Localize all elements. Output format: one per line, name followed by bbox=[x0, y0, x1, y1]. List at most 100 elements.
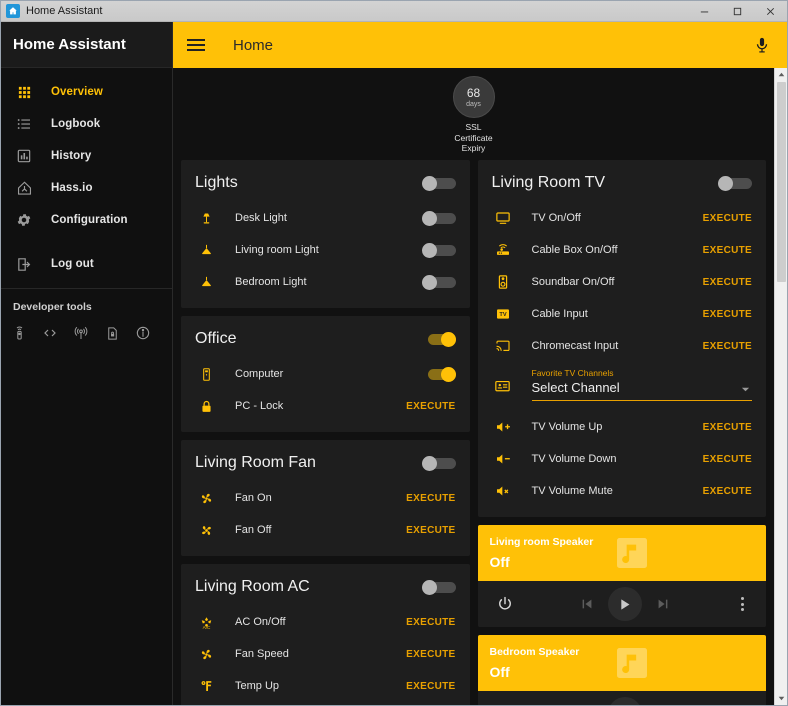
execute-button[interactable]: EXECUTE bbox=[406, 681, 455, 692]
entity-row: A/C AC On/Off EXECUTE bbox=[181, 606, 470, 638]
code-tags-icon[interactable] bbox=[40, 323, 60, 343]
living-room-fan-header-toggle[interactable] bbox=[421, 456, 456, 471]
sidebar-item-history[interactable]: History bbox=[1, 140, 172, 172]
speaker-icon bbox=[492, 274, 514, 290]
execute-button[interactable]: EXECUTE bbox=[703, 341, 752, 352]
information-icon[interactable] bbox=[133, 323, 153, 343]
cast-icon bbox=[492, 338, 514, 354]
desk-light-toggle[interactable] bbox=[421, 211, 456, 226]
dashboard-content: 68 days SSL Certificate Expiry Lights De… bbox=[173, 68, 774, 705]
execute-button[interactable]: EXECUTE bbox=[406, 401, 455, 412]
channel-select[interactable]: Favorite TV Channels Select Channel bbox=[531, 368, 752, 401]
execute-button[interactable]: EXECUTE bbox=[703, 486, 752, 497]
execute-button[interactable]: EXECUTE bbox=[703, 454, 752, 465]
sidebar-item-label: Overview bbox=[51, 86, 103, 98]
dots-vertical-icon[interactable] bbox=[734, 597, 750, 611]
entity-label: Soundbar On/Off bbox=[531, 276, 615, 288]
execute-button[interactable]: EXECUTE bbox=[703, 277, 752, 288]
vertical-scrollbar[interactable] bbox=[774, 68, 787, 705]
ceiling-light-icon bbox=[195, 275, 217, 290]
file-lock-icon[interactable] bbox=[102, 323, 122, 343]
developer-tools-title: Developer tools bbox=[13, 301, 92, 313]
sidebar-item-logout[interactable]: Log out bbox=[1, 248, 172, 280]
execute-button[interactable]: EXECUTE bbox=[703, 422, 752, 433]
badge-unit: days bbox=[466, 100, 481, 108]
select-value: Select Channel bbox=[531, 380, 620, 395]
television-classic-icon: TV bbox=[492, 306, 514, 322]
entity-row: Desk Light bbox=[181, 202, 470, 234]
computer-toggle[interactable] bbox=[422, 367, 456, 382]
living-room-ac-header-toggle[interactable] bbox=[421, 580, 456, 595]
execute-button[interactable]: EXECUTE bbox=[406, 649, 455, 660]
sidebar: Home Assistant Overview Logbook History … bbox=[1, 22, 173, 705]
living-room-light-toggle[interactable] bbox=[421, 243, 456, 258]
list-icon bbox=[13, 116, 35, 132]
card-header: Office bbox=[181, 316, 470, 358]
execute-button[interactable]: EXECUTE bbox=[703, 309, 752, 320]
power-icon[interactable] bbox=[494, 593, 516, 615]
office-header-toggle[interactable] bbox=[422, 332, 456, 347]
chevron-down-icon[interactable] bbox=[741, 385, 750, 394]
scroll-down-arrow[interactable] bbox=[775, 692, 788, 705]
maximize-button[interactable] bbox=[721, 1, 754, 22]
remote-icon[interactable] bbox=[9, 323, 29, 343]
entity-label: Fan Speed bbox=[235, 648, 289, 660]
card-title: Living Room AC bbox=[195, 578, 310, 595]
skip-previous-icon[interactable] bbox=[578, 595, 596, 613]
sidebar-item-logbook[interactable]: Logbook bbox=[1, 108, 172, 140]
execute-button[interactable]: EXECUTE bbox=[703, 245, 752, 256]
media-player-banner[interactable]: Bedroom Speaker Off bbox=[477, 635, 766, 691]
scrollbar-track[interactable] bbox=[775, 283, 788, 692]
content-scroll-area: 68 days SSL Certificate Expiry Lights De… bbox=[173, 68, 787, 705]
execute-button[interactable]: EXECUTE bbox=[406, 525, 455, 536]
card-title: Lights bbox=[195, 174, 238, 191]
entity-label: Fan Off bbox=[235, 524, 272, 536]
entity-row: Living room Light bbox=[181, 234, 470, 266]
scrollbar-thumb[interactable] bbox=[776, 82, 786, 282]
favorite-tv-channels-row: Favorite TV Channels Select Channel bbox=[478, 362, 767, 411]
sidebar-item-configuration[interactable]: Configuration bbox=[1, 204, 172, 236]
power-icon[interactable] bbox=[494, 703, 516, 705]
living-room-tv-header-toggle[interactable] bbox=[718, 176, 752, 191]
app-window: Home Assistant Home Assistant Overview L… bbox=[0, 0, 788, 706]
hamburger-icon[interactable] bbox=[187, 33, 211, 57]
volume-plus-icon bbox=[492, 419, 514, 435]
minimize-button[interactable] bbox=[688, 1, 721, 22]
sidebar-menu: Overview Logbook History Hass.io Configu… bbox=[1, 68, 172, 280]
card-living-room-fan: Living Room Fan Fan On EXECUTE Fan Off E… bbox=[181, 440, 470, 556]
play-icon[interactable] bbox=[607, 697, 642, 705]
play-icon[interactable] bbox=[607, 587, 642, 621]
microphone-icon[interactable] bbox=[751, 34, 773, 56]
entity-label: TV Volume Up bbox=[531, 421, 603, 433]
router-wireless-icon bbox=[492, 242, 514, 258]
execute-button[interactable]: EXECUTE bbox=[703, 213, 752, 224]
entity-label: TV Volume Mute bbox=[531, 485, 613, 497]
badge-ssl-certificate-expiry[interactable]: 68 days SSL Certificate Expiry bbox=[431, 76, 517, 154]
music-box-icon bbox=[610, 641, 654, 685]
entity-row: Temp Up EXECUTE bbox=[181, 670, 470, 702]
badge-label-line: Certificate bbox=[454, 132, 493, 143]
chart-box-icon bbox=[13, 148, 35, 164]
television-icon bbox=[492, 210, 514, 226]
sidebar-item-hassio[interactable]: Hass.io bbox=[1, 172, 172, 204]
media-player-banner[interactable]: Living room Speaker Off bbox=[477, 525, 766, 581]
bedroom-light-toggle[interactable] bbox=[421, 275, 456, 290]
skip-next-icon[interactable] bbox=[654, 595, 672, 613]
main-pane: Home 68 days SSL Certificate Expiry Ligh… bbox=[173, 22, 787, 705]
scroll-up-arrow[interactable] bbox=[775, 68, 788, 81]
execute-button[interactable]: EXECUTE bbox=[406, 617, 455, 628]
lights-header-toggle[interactable] bbox=[421, 176, 456, 191]
badge-circle: 68 days bbox=[452, 76, 495, 118]
app-toolbar: Home bbox=[173, 22, 787, 68]
title-bar: Home Assistant bbox=[1, 1, 787, 22]
sidebar-item-overview[interactable]: Overview bbox=[1, 76, 172, 108]
window-controls bbox=[688, 1, 787, 22]
window-title: Home Assistant bbox=[26, 5, 103, 17]
svg-text:A/C: A/C bbox=[202, 625, 210, 630]
execute-button[interactable]: EXECUTE bbox=[406, 493, 455, 504]
entity-label: Bedroom Light bbox=[235, 276, 307, 288]
volume-minus-icon bbox=[492, 451, 514, 467]
close-button[interactable] bbox=[754, 1, 787, 22]
badge-value: 68 bbox=[466, 85, 481, 100]
broadcast-icon[interactable] bbox=[71, 323, 91, 343]
